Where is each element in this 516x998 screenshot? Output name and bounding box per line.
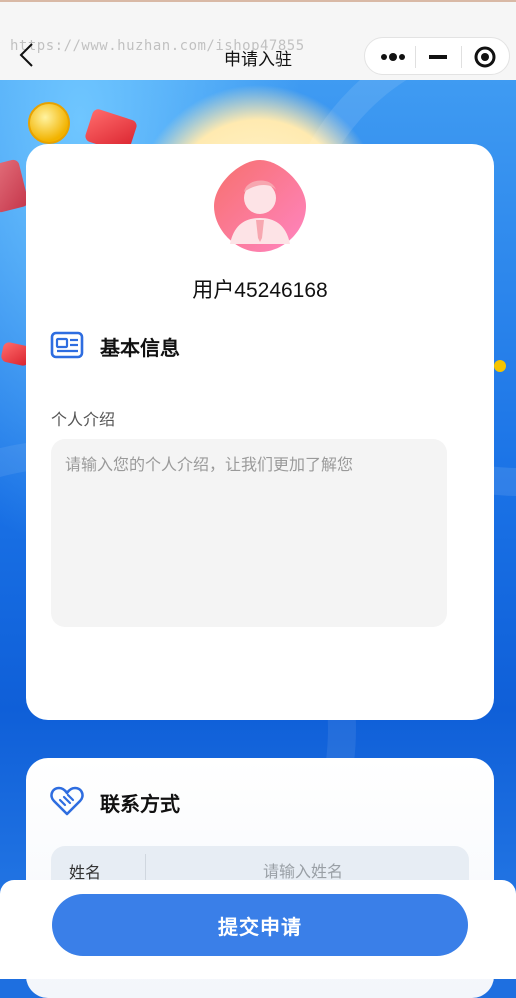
- section-title: 联系方式: [100, 792, 180, 816]
- section-title: 基本信息: [100, 336, 180, 360]
- coin-decoration: [28, 102, 70, 144]
- intro-textarea[interactable]: [51, 439, 447, 627]
- navigation-bar: https://www.huzhan.com/ishop47855 申请入驻: [0, 0, 516, 80]
- username: 用户45246168: [192, 279, 328, 302]
- mini-program-capsule: [364, 37, 510, 75]
- red-envelope-decoration: [0, 158, 30, 214]
- close-target-icon[interactable]: [473, 45, 497, 69]
- handshake-heart-icon: [50, 786, 84, 816]
- id-card-icon: [50, 330, 84, 360]
- coin-decoration: [494, 360, 506, 372]
- intro-label: 个人介绍: [51, 410, 116, 429]
- avatar[interactable]: [212, 158, 308, 254]
- submit-button[interactable]: 提交申请: [52, 894, 468, 956]
- minimize-icon[interactable]: [427, 47, 449, 67]
- basic-info-card: 用户45246168 基本信息 个人介绍: [26, 144, 494, 720]
- more-icon[interactable]: [379, 47, 407, 67]
- footer-bar: 提交申请: [0, 880, 516, 979]
